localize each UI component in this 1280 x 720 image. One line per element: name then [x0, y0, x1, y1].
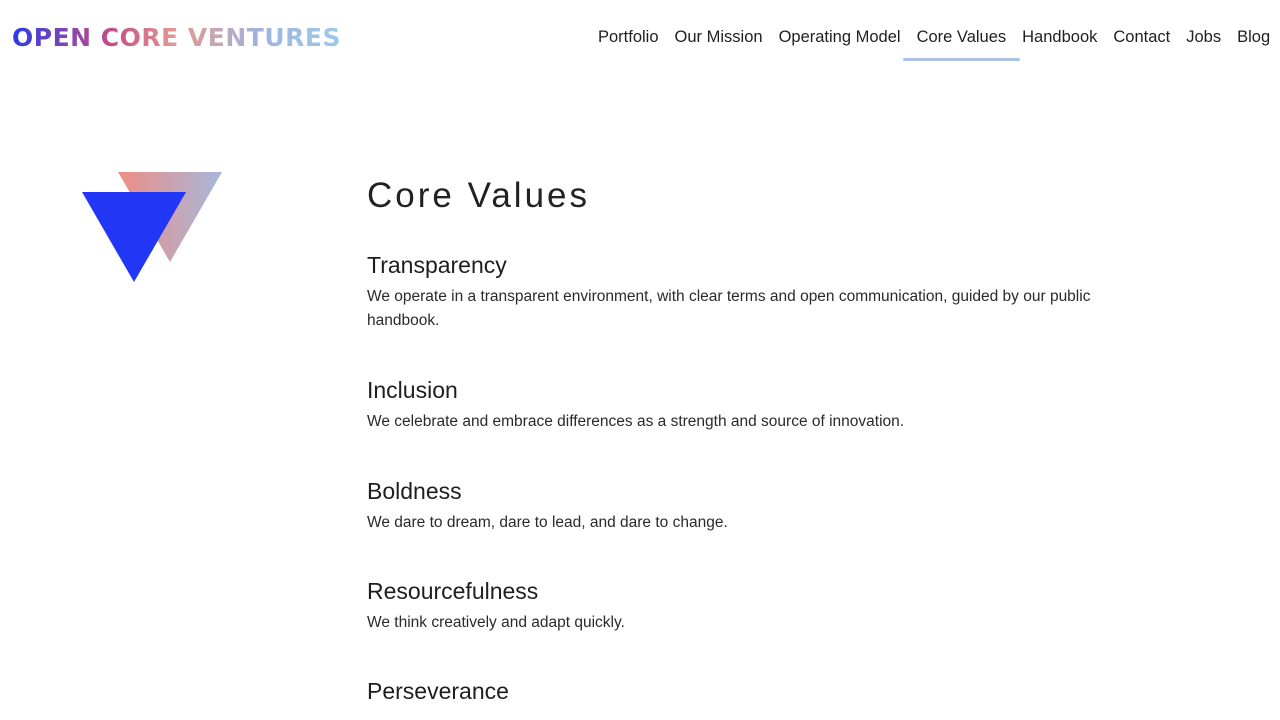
triangles-graphic — [82, 172, 222, 282]
nav-item-blog[interactable]: Blog — [1229, 26, 1272, 48]
value-description: We dare to dream, dare to lead, and dare… — [367, 514, 728, 531]
nav-item-handbook[interactable]: Handbook — [1014, 26, 1105, 48]
value-inclusion: Inclusion We celebrate and embrace diffe… — [367, 375, 904, 434]
logo[interactable]: OPEN CORE VENTURES — [12, 24, 341, 52]
value-title: Perseverance — [367, 678, 509, 704]
main-nav: Portfolio Our Mission Operating Model Co… — [596, 25, 1272, 61]
core-values-content: Core Values Transparency We operate in a… — [367, 176, 1167, 704]
nav-item-core-values[interactable]: Core Values — [902, 26, 1020, 61]
nav-item-jobs[interactable]: Jobs — [1178, 26, 1229, 48]
value-description: We celebrate and embrace differences as … — [367, 413, 905, 430]
value-description: We think creatively and adapt quickly. — [367, 614, 625, 631]
value-transparency: Transparency We operate in a transparent… — [367, 250, 1137, 333]
logo-link-area[interactable] — [9, 56, 316, 87]
value-perseverance: Perseverance — [367, 676, 509, 706]
value-description: We operate in a transparent environment,… — [367, 288, 1091, 329]
nav-item-contact[interactable]: Contact — [1105, 26, 1178, 48]
nav-item-operating-model[interactable]: Operating Model — [771, 26, 909, 48]
value-title: Transparency — [367, 252, 507, 278]
value-title: Inclusion — [367, 377, 458, 403]
value-boldness: Boldness We dare to dream, dare to lead,… — [367, 476, 728, 535]
nav-item-portfolio[interactable]: Portfolio — [596, 26, 667, 48]
value-title: Boldness — [367, 478, 462, 504]
nav-item-our-mission[interactable]: Our Mission — [667, 26, 771, 48]
value-title: Resourcefulness — [367, 578, 539, 604]
page-title: Core Values — [367, 176, 591, 215]
value-resourcefulness: Resourcefulness We think creatively and … — [367, 576, 625, 635]
